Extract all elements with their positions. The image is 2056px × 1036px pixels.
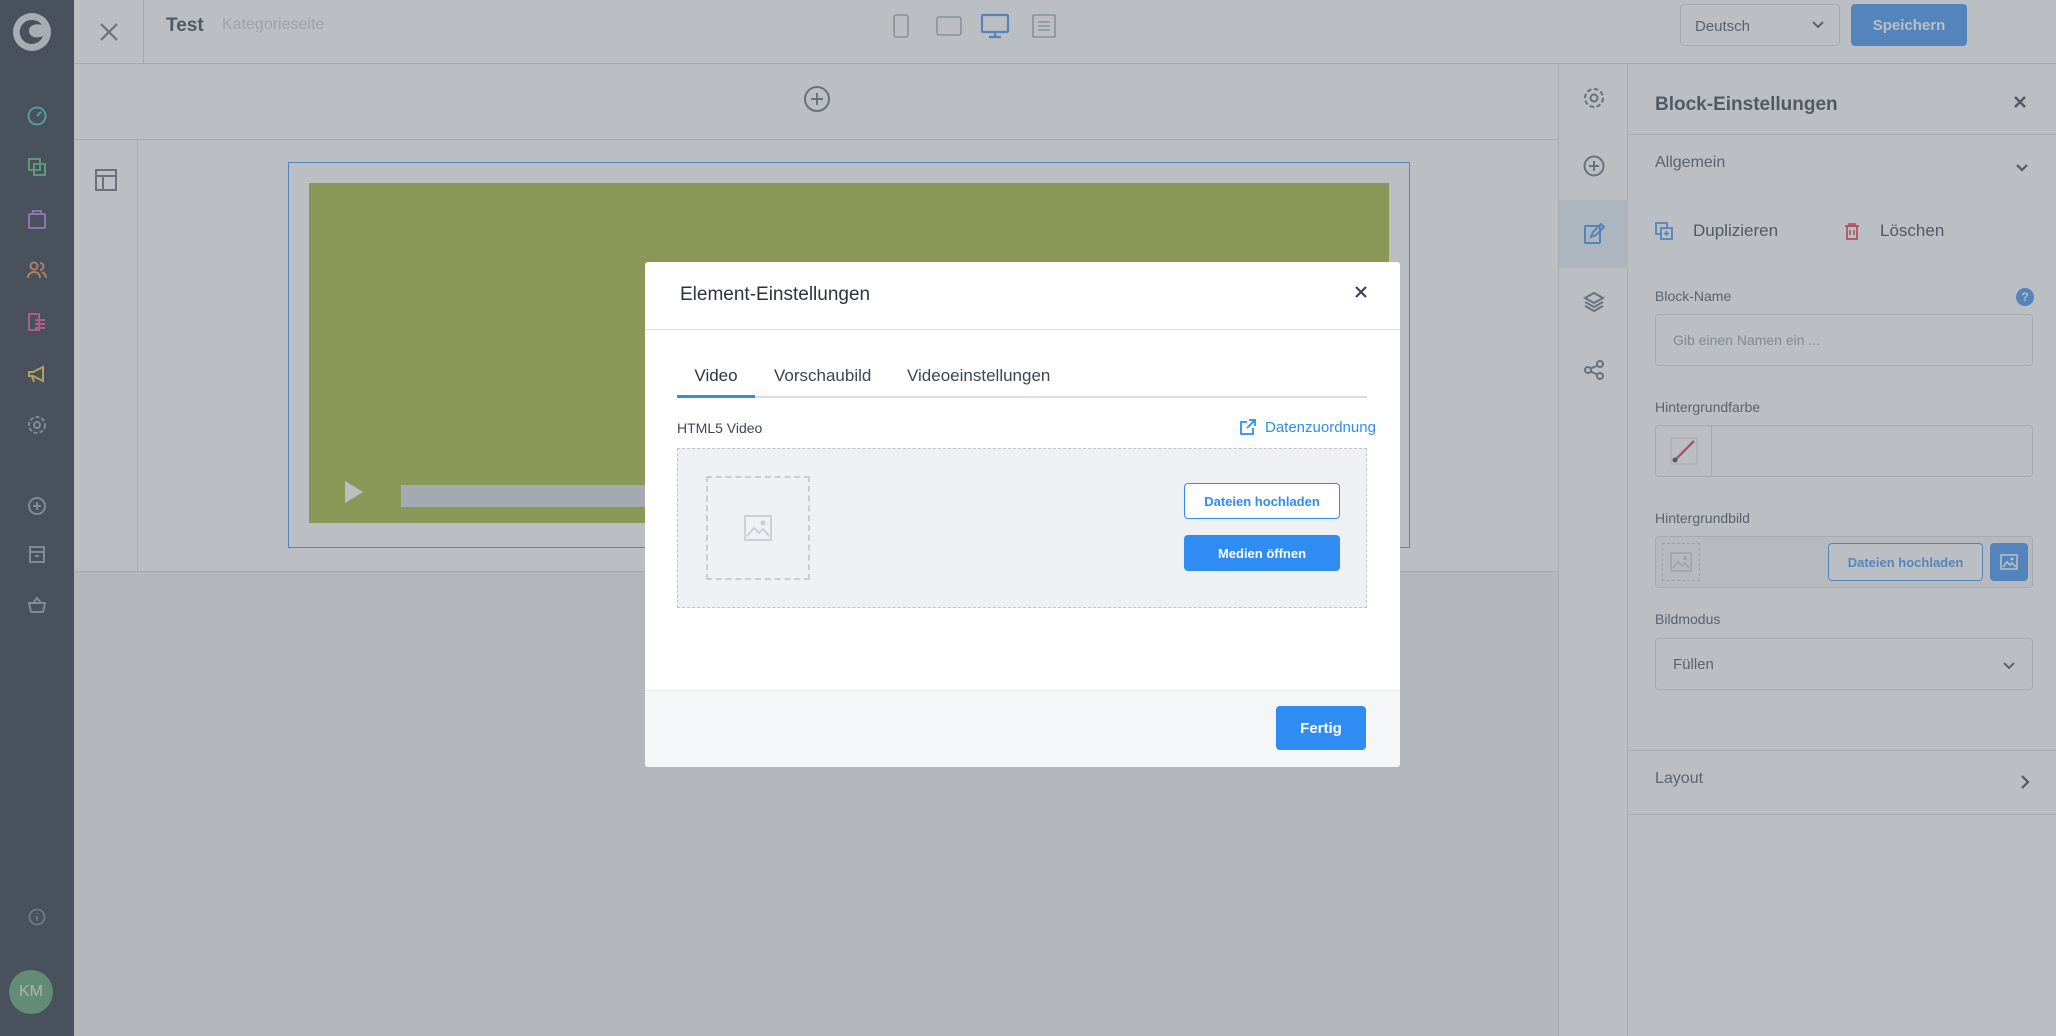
modal-title: Element-Einstellungen (680, 284, 871, 305)
open-media-button[interactable]: Medien öffnen (1184, 535, 1340, 571)
tab-video[interactable]: Video (677, 358, 755, 398)
element-settings-modal: Element-Einstellungen Video Vorschaubild… (645, 262, 1400, 767)
done-button[interactable]: Fertig (1276, 706, 1366, 750)
image-placeholder-icon (706, 476, 810, 580)
data-mapping-label: Datenzuordnung (1265, 418, 1376, 436)
data-mapping-link[interactable]: Datenzuordnung (1239, 418, 1376, 436)
external-link-icon (1240, 419, 1256, 435)
video-upload-dropzone[interactable]: Dateien hochladen Medien öffnen (677, 448, 1367, 608)
close-modal-icon[interactable] (1353, 284, 1369, 300)
tab-video-settings[interactable]: Videoeinstellungen (907, 358, 1050, 398)
html5-video-label: HTML5 Video (677, 420, 763, 436)
modal-header: Element-Einstellungen (645, 262, 1400, 330)
modal-footer: Fertig (645, 690, 1400, 767)
upload-files-button[interactable]: Dateien hochladen (1184, 483, 1340, 519)
modal-tabs: Video Vorschaubild Videoeinstellungen (677, 358, 1367, 398)
tab-preview-image[interactable]: Vorschaubild (774, 358, 871, 398)
